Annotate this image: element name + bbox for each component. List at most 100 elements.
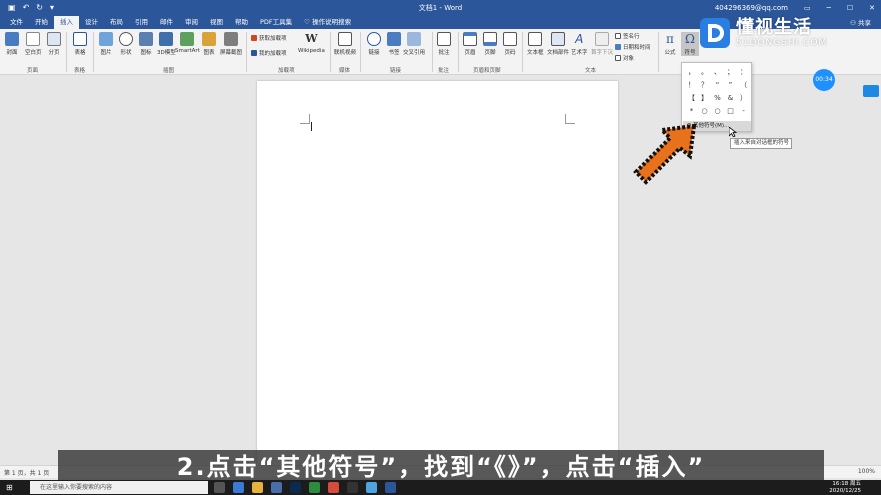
symbol-cell[interactable]: □ <box>724 105 737 118</box>
symbol-cell[interactable]: % <box>711 92 724 105</box>
cross-reference-icon <box>407 32 421 46</box>
smartart-button[interactable]: SmartArt <box>175 32 200 54</box>
task-view-icon[interactable] <box>214 482 225 493</box>
document-page[interactable] <box>257 81 618 466</box>
pictures-button[interactable]: 图片 <box>99 32 113 56</box>
table-button[interactable]: 表格 <box>73 32 87 56</box>
ribbon-display-icon[interactable]: ▭ <box>804 4 811 12</box>
tab-file[interactable]: 文件 <box>4 16 29 29</box>
symbol-cell[interactable]: ○ <box>711 105 724 118</box>
tab-help[interactable]: 帮助 <box>229 16 254 29</box>
wordart-button[interactable]: A 艺术字 <box>571 32 588 56</box>
wechat-icon[interactable] <box>309 482 320 493</box>
logo-domain: 51DONGSHI.COM <box>736 38 828 48</box>
tab-home[interactable]: 开始 <box>29 16 54 29</box>
symbol-cell[interactable]: ： <box>737 66 750 79</box>
app-icon[interactable] <box>366 482 377 493</box>
get-addins-button[interactable]: 获取加载项 <box>251 34 287 42</box>
object-button[interactable]: 对象 <box>615 54 634 62</box>
page-count[interactable]: 第 1 页，共 1 页 <box>4 468 49 477</box>
word-window: ▣ ↶ ↻ ▾ 文档1 - Word 404296369@qq.com ▭ ─ … <box>0 0 881 495</box>
date-time-button[interactable]: 日期和时间 <box>615 43 651 51</box>
file-explorer-icon[interactable] <box>252 482 263 493</box>
photoshop-icon[interactable] <box>290 482 301 493</box>
tab-mailings[interactable]: 邮件 <box>154 16 179 29</box>
symbol-cell[interactable]: （ <box>737 79 750 92</box>
page-break-button[interactable]: 分页 <box>47 32 61 56</box>
cross-reference-button[interactable]: 交叉引用 <box>403 32 425 56</box>
chart-button[interactable]: 图表 <box>202 32 216 56</box>
footer-button[interactable]: 页脚 <box>483 32 497 56</box>
drop-cap-button[interactable]: 首字下沉 <box>591 32 613 56</box>
symbol-cell[interactable]: ！ <box>685 79 698 92</box>
tell-me-search[interactable]: ♡ 操作说明搜索 <box>298 16 357 29</box>
link-label: 链接 <box>368 50 380 56</box>
quick-parts-button[interactable]: 文档部件 <box>547 32 569 56</box>
symbol-cell[interactable]: 【 <box>685 92 698 105</box>
app-icon[interactable] <box>347 482 358 493</box>
tab-design[interactable]: 设计 <box>79 16 104 29</box>
signature-line-button[interactable]: 签名行 <box>615 32 640 40</box>
system-clock[interactable]: 16:18 周五 2020/12/25 <box>829 481 861 494</box>
symbol-cell[interactable]: 。 <box>698 66 711 79</box>
symbol-cell[interactable]: “ <box>711 79 724 92</box>
chrome-icon[interactable] <box>328 482 339 493</box>
word-app-icon[interactable] <box>385 482 396 493</box>
symbol-cell[interactable]: 、 <box>711 66 724 79</box>
screenshot-button[interactable]: 屏幕截图 <box>220 32 242 56</box>
group-separator <box>66 32 67 72</box>
online-video-button[interactable]: 联机视频 <box>334 32 356 56</box>
tab-review[interactable]: 审阅 <box>179 16 204 29</box>
text-box-button[interactable]: 文本框 <box>527 32 544 56</box>
store-app-icon[interactable] <box>271 482 282 493</box>
close-icon[interactable]: ✕ <box>869 4 875 12</box>
object-icon <box>615 55 621 61</box>
bookmark-button[interactable]: 书签 <box>387 32 401 56</box>
windows-start-icon[interactable]: ⊞ <box>6 483 15 492</box>
tab-view[interactable]: 视图 <box>204 16 229 29</box>
table-label: 表格 <box>74 50 86 56</box>
symbol-cell[interactable]: ， <box>685 66 698 79</box>
account-name[interactable]: 404296369@qq.com <box>715 4 788 12</box>
blank-page-button[interactable]: 空白页 <box>25 32 42 56</box>
page-number-button[interactable]: 页码 <box>503 32 517 56</box>
symbol-cell[interactable]: * <box>685 105 698 118</box>
symbol-cell[interactable]: ○ <box>698 105 711 118</box>
cover-page-button[interactable]: 封面 <box>5 32 19 56</box>
shapes-button[interactable]: 形状 <box>119 32 133 56</box>
edge-icon[interactable] <box>233 482 244 493</box>
symbol-cell[interactable]: - <box>737 105 750 118</box>
symbol-cell[interactable]: ； <box>724 66 737 79</box>
icons-button[interactable]: 图标 <box>139 32 153 56</box>
3d-models-button[interactable]: 3D模型 <box>157 32 176 56</box>
tab-layout[interactable]: 布局 <box>104 16 129 29</box>
symbol-cell[interactable]: & <box>724 92 737 105</box>
tab-references[interactable]: 引用 <box>129 16 154 29</box>
taskbar-apps <box>214 482 396 493</box>
taskbar-search[interactable]: 在这里输入你要搜索的内容 <box>30 481 208 494</box>
wikipedia-button[interactable]: W Wikipedia <box>298 32 325 54</box>
text-box-label: 文本框 <box>527 50 544 56</box>
tab-insert[interactable]: 插入 <box>54 16 79 29</box>
header-button[interactable]: 页眉 <box>463 32 477 56</box>
shapes-icon <box>119 32 133 46</box>
symbol-cell[interactable]: ？ <box>698 79 711 92</box>
comment-button[interactable]: 批注 <box>437 32 451 56</box>
chart-label: 图表 <box>203 50 215 56</box>
logo-name: 懂视生活 <box>736 17 812 38</box>
symbol-button[interactable]: Ω 符号 <box>681 32 699 56</box>
symbol-cell[interactable]: ） <box>737 92 750 105</box>
link-button[interactable]: 链接 <box>367 32 381 56</box>
share-button[interactable]: ⚇ 共享 <box>850 17 871 27</box>
symbol-cell[interactable]: ” <box>724 79 737 92</box>
side-panel-icon[interactable] <box>863 85 879 97</box>
maximize-icon[interactable]: ☐ <box>847 4 853 12</box>
wikipedia-icon: W <box>305 32 318 45</box>
symbol-cell[interactable]: 】 <box>698 92 711 105</box>
zoom-level[interactable]: 100% <box>858 468 875 475</box>
my-addins-button[interactable]: 我的加载项 <box>251 49 287 57</box>
minimize-icon[interactable]: ─ <box>827 4 831 12</box>
equation-button[interactable]: π 公式 <box>663 32 677 56</box>
clock-time: 16:18 周五 <box>832 481 861 487</box>
tab-pdf-tools[interactable]: PDF工具集 <box>254 16 298 29</box>
